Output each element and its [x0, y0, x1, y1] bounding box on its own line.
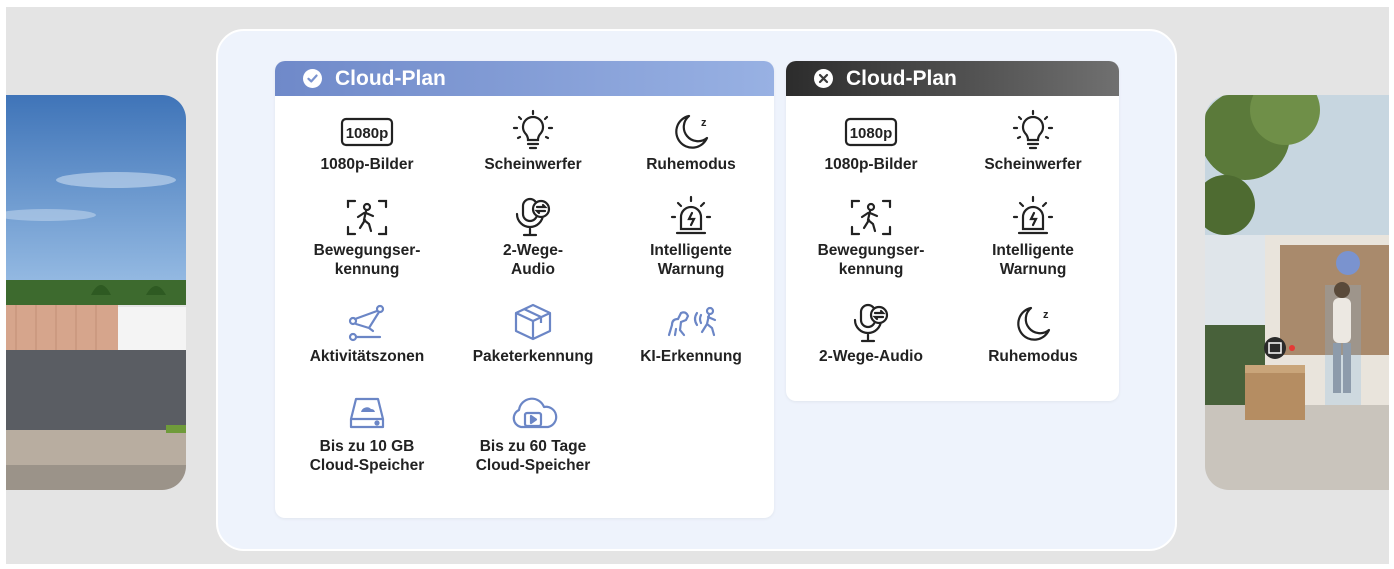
- microphone-icon: [453, 195, 613, 239]
- svg-text:z: z: [701, 117, 707, 129]
- motion-detection-icon: [287, 195, 447, 239]
- feature-label: Bewegungser- kennung: [313, 242, 421, 278]
- motion-detection-icon: [791, 195, 951, 239]
- svg-text:z: z: [1043, 309, 1049, 321]
- package-icon: [453, 301, 613, 345]
- feature-ruhemodus: z Ruhemodus: [611, 109, 771, 174]
- feature-paketerkennung: Paketerkennung: [453, 301, 613, 366]
- feature-2-wege-audio: 2-Wege-Audio: [791, 301, 951, 366]
- microphone-icon: [791, 301, 951, 345]
- basic-plan-title: Cloud-Plan: [846, 66, 957, 90]
- feature-scheinwerfer: Scheinwerfer: [953, 109, 1113, 174]
- feature-label: Bis zu 10 GB Cloud-Speicher: [309, 438, 425, 474]
- 1080p-icon: 1080p: [791, 109, 951, 153]
- feature-label: Bewegungser- kennung: [817, 242, 925, 278]
- feature-10gb-speicher: Bis zu 10 GB Cloud-Speicher: [287, 391, 447, 475]
- feature-label: Intelligente Warnung: [992, 242, 1074, 278]
- feature-label: 2-Wege-Audio: [819, 348, 923, 365]
- storage-icon: [287, 391, 447, 435]
- feature-1080p: 1080p 1080p-Bilder: [791, 109, 951, 174]
- feature-ki-erkennung: KI-Erkennung: [611, 301, 771, 366]
- feature-intelligente-warnung: Intelligente Warnung: [953, 195, 1113, 279]
- alarm-siren-icon: [953, 195, 1113, 239]
- feature-scheinwerfer: Scheinwerfer: [453, 109, 613, 174]
- lightbulb-icon: [453, 109, 613, 153]
- side-photo-left: [6, 95, 186, 490]
- check-circle-icon: [303, 69, 322, 88]
- feature-label: Ruhemodus: [646, 156, 736, 173]
- cloud-video-icon: [453, 391, 613, 435]
- basic-plan-header: Cloud-Plan: [786, 61, 1119, 96]
- ai-detection-icon: [611, 301, 771, 345]
- feature-label: 2-Wege- Audio: [502, 242, 563, 278]
- feature-label: Ruhemodus: [988, 348, 1078, 365]
- feature-aktivitaetszonen: Aktivitätszonen: [287, 301, 447, 366]
- x-circle-icon: [814, 69, 833, 88]
- side-photo-right: [1205, 95, 1389, 490]
- feature-bewegungserkennung: Bewegungser- kennung: [791, 195, 951, 279]
- svg-text:1080p: 1080p: [850, 125, 893, 142]
- feature-label: Intelligente Warnung: [650, 242, 732, 278]
- svg-text:1080p: 1080p: [346, 125, 389, 142]
- premium-plan-header: Cloud-Plan: [275, 61, 774, 96]
- lightbulb-icon: [953, 109, 1113, 153]
- feature-label: 1080p-Bilder: [824, 156, 918, 173]
- moon-icon: z: [953, 301, 1113, 345]
- feature-ruhemodus: z Ruhemodus: [953, 301, 1113, 366]
- feature-label: Scheinwerfer: [484, 156, 582, 173]
- feature-label: Scheinwerfer: [984, 156, 1082, 173]
- basic-plan-card: Cloud-Plan 1080p 1080p-Bilder Scheinwerf…: [786, 61, 1119, 401]
- feature-label: Aktivitätszonen: [309, 348, 425, 365]
- feature-label: 1080p-Bilder: [320, 156, 414, 173]
- feature-label: KI-Erkennung: [640, 348, 742, 365]
- feature-60-tage-speicher: Bis zu 60 Tage Cloud-Speicher: [453, 391, 613, 475]
- moon-icon: z: [611, 109, 771, 153]
- feature-intelligente-warnung: Intelligente Warnung: [611, 195, 771, 279]
- feature-label: Bis zu 60 Tage Cloud-Speicher: [475, 438, 591, 474]
- feature-1080p: 1080p 1080p-Bilder: [287, 109, 447, 174]
- feature-bewegungserkennung: Bewegungser- kennung: [287, 195, 447, 279]
- feature-2-wege-audio: 2-Wege- Audio: [453, 195, 613, 279]
- alarm-siren-icon: [611, 195, 771, 239]
- activity-zone-icon: [287, 301, 447, 345]
- premium-plan-card: Cloud-Plan 1080p 1080p-Bilder Scheinwerf…: [275, 61, 774, 518]
- feature-label: Paketerkennung: [472, 348, 594, 365]
- premium-plan-title: Cloud-Plan: [335, 66, 446, 90]
- 1080p-icon: 1080p: [287, 109, 447, 153]
